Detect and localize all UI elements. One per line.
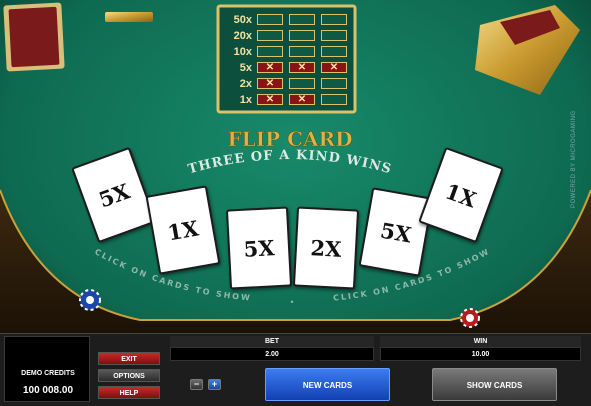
paytable-cell-marked: ✕: [289, 94, 315, 105]
paytable-cell-empty: [289, 14, 315, 25]
paytable-cell-empty: [289, 78, 315, 89]
bet-value: 2.00: [170, 347, 374, 361]
card-multiplier: 5X: [242, 234, 276, 262]
paytable-cell-empty: [321, 14, 347, 25]
card-multiplier: 1X: [442, 177, 480, 213]
x-mark-icon: ✕: [265, 78, 275, 89]
x-mark-icon: ✕: [329, 62, 339, 73]
win-value: 10.00: [380, 347, 581, 361]
options-button[interactable]: OPTIONS: [98, 369, 160, 382]
paytable-cell-empty: [321, 30, 347, 41]
new-cards-button[interactable]: NEW CARDS: [265, 368, 390, 401]
paytable-row-label: 20x: [233, 30, 252, 42]
card-3[interactable]: 5X: [225, 206, 293, 290]
paytable-cell-marked: ✕: [257, 78, 283, 89]
deck-top-left: [3, 2, 65, 72]
credits-label: DEMO CREDITS: [21, 370, 75, 377]
paytable-row-label: 1x: [239, 94, 252, 106]
credits-box: DEMO CREDITS 100 008.00: [4, 336, 90, 402]
paytable-cell-empty: [321, 78, 347, 89]
paytable-row-label: 50x: [233, 14, 252, 26]
gold-plaque: [105, 12, 153, 22]
show-cards-button[interactable]: SHOW CARDS: [432, 368, 557, 401]
paytable-row-label: 2x: [239, 78, 252, 90]
paytable-cell-empty: [257, 46, 283, 57]
card-4[interactable]: 2X: [292, 206, 360, 290]
bet-increase-button[interactable]: +: [208, 379, 221, 390]
game-title: FLIP CARD: [227, 127, 352, 151]
bet-decrease-button[interactable]: −: [190, 379, 203, 390]
game-table: FLIP CARD THREE OF A KIND WINS CLICK ON …: [0, 0, 591, 406]
x-mark-icon: ✕: [265, 62, 275, 73]
paytable-cell-marked: ✕: [257, 94, 283, 105]
paytable-cell-empty: [257, 14, 283, 25]
paytable-cell-empty: [289, 30, 315, 41]
x-mark-icon: ✕: [265, 94, 275, 105]
help-button[interactable]: HELP: [98, 386, 160, 399]
paytable-cell-empty: [321, 94, 347, 105]
card-multiplier: 2X: [309, 234, 343, 262]
win-label: WIN: [380, 336, 581, 347]
paytable-row-label: 10x: [233, 46, 252, 58]
exit-button[interactable]: EXIT: [98, 352, 160, 365]
credits-value: 100 008.00: [22, 385, 74, 396]
chip-stack-left: [79, 289, 101, 311]
x-mark-icon: ✕: [297, 94, 307, 105]
arc-separator: •: [290, 297, 293, 307]
paytable-cell-marked: ✕: [289, 62, 315, 73]
paytable-cell-empty: [257, 30, 283, 41]
chip-stack-right: [460, 308, 480, 328]
paytable-cell-empty: [289, 46, 315, 57]
paytable-cell-marked: ✕: [257, 62, 283, 73]
card-multiplier: 5X: [378, 217, 414, 247]
bet-label: BET: [170, 336, 374, 347]
paytable-cell-empty: [321, 46, 347, 57]
card-multiplier: 5X: [95, 177, 133, 213]
x-mark-icon: ✕: [297, 62, 307, 73]
paytable-cell-marked: ✕: [321, 62, 347, 73]
card-multiplier: 1X: [165, 215, 201, 245]
paytable-row-label: 5x: [239, 62, 252, 74]
powered-by-text: POWERED BY MICROGAMING: [571, 110, 577, 208]
